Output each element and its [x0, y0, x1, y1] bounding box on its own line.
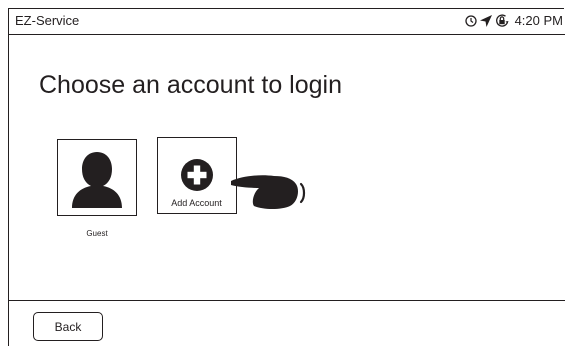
plus-circle-icon [181, 159, 213, 191]
location-arrow-icon [479, 15, 492, 27]
lock-rotation-icon [495, 14, 509, 27]
add-account-tile[interactable]: Add Account [157, 137, 237, 214]
guest-account-tile[interactable] [57, 139, 137, 216]
clock-icon [464, 15, 477, 27]
page-title: Choose an account to login [39, 71, 342, 99]
app-name: EZ-Service [15, 13, 80, 28]
status-time: 4:20 PM [514, 13, 563, 28]
status-icons: 4:20 PM [464, 12, 563, 30]
status-bar: EZ-Service 4:20 PM [8, 8, 565, 35]
footer-divider [8, 300, 565, 301]
person-icon [72, 152, 122, 208]
add-account-label: Add Account [171, 198, 222, 208]
pointing-hand-icon [231, 175, 306, 209]
back-button[interactable]: Back [33, 312, 103, 341]
guest-account-label: Guest [86, 229, 108, 238]
